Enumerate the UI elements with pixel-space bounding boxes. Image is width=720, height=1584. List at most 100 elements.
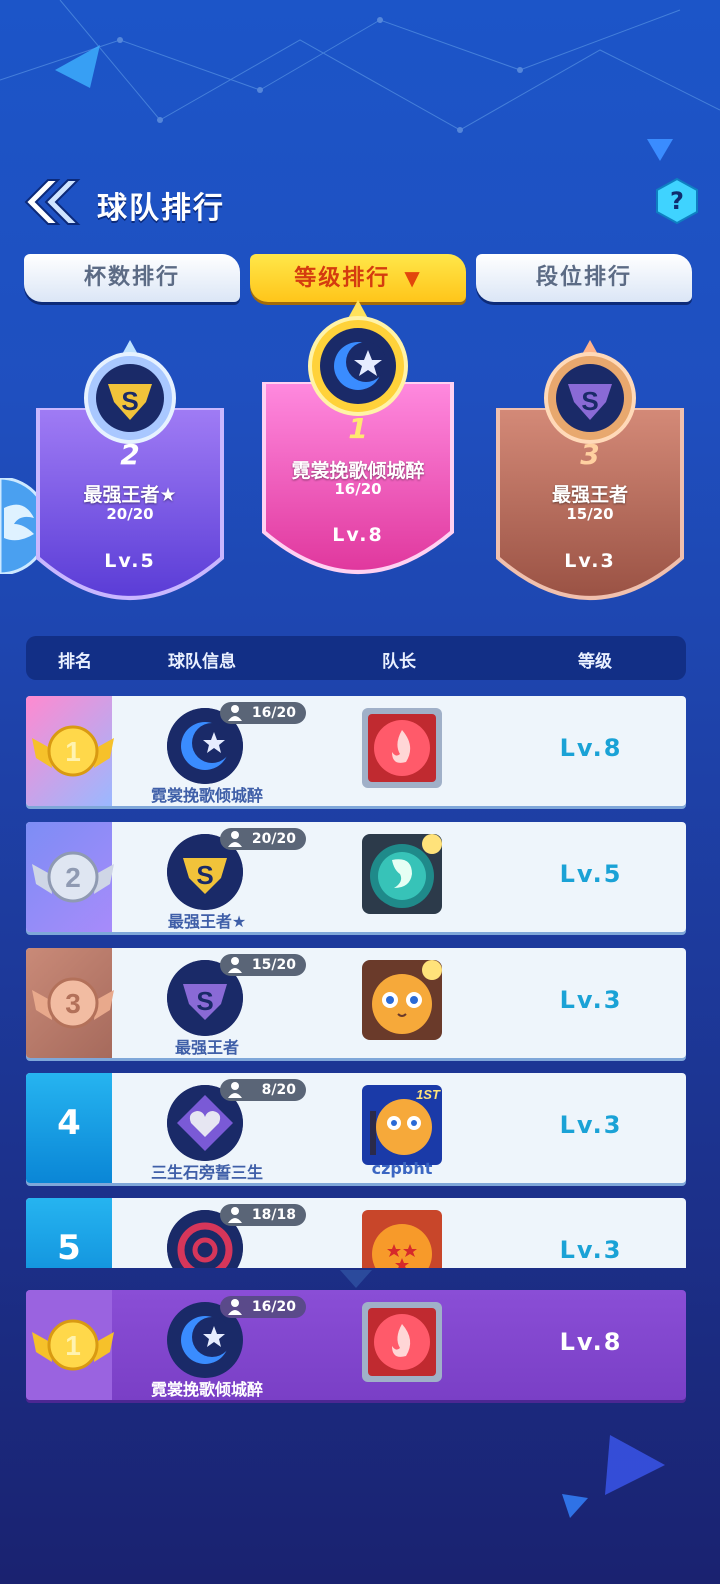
member-count-badge: 18/18 [220, 1204, 306, 1226]
table-row[interactable]: 4 8/20 三生石旁誓三生 1ST czpbht Lv.3 [26, 1073, 686, 1183]
member-count: 15/20 [251, 957, 296, 973]
captain-avatar-dragon[interactable] [358, 830, 446, 918]
rank-cell: 1 [26, 696, 114, 806]
medal-rank-number: 1 [65, 1330, 81, 1361]
help-button[interactable]: ? [655, 177, 699, 225]
gold-medal-icon: 1 [32, 725, 114, 777]
podium-rank: 1 [348, 412, 368, 445]
member-count: 16/20 [251, 1299, 296, 1315]
tab-trophy-ranking[interactable]: 杯数排行 [24, 254, 240, 302]
captain-avatar-tiger-guitar[interactable]: 1ST [358, 1081, 446, 1169]
rank-cell: 1 [26, 1290, 114, 1400]
table-row-clip: 5 18/18 Lv.3 [26, 1198, 686, 1268]
podium-member-count: 15/20 [566, 505, 614, 523]
rank-number: 4 [57, 1103, 81, 1143]
podium-team-name: 最强王者★ [83, 484, 177, 506]
person-icon [228, 1207, 242, 1223]
team-emblem-moon-star [308, 300, 408, 416]
table-header: 排名 球队信息 队长 等级 [26, 636, 686, 680]
member-count: 8/20 [261, 1082, 296, 1098]
team-name: 最强王者 [174, 1038, 239, 1057]
member-count: 16/20 [251, 705, 296, 721]
member-count-badge: 15/20 [220, 954, 306, 976]
table-row[interactable]: 2 S 20/20 最强王者★ Lv.5 [26, 822, 686, 932]
podium-level: Lv.3 [564, 550, 616, 572]
tab-level-ranking[interactable]: 等级排行 ▼ [250, 254, 466, 302]
bronze-medal-icon: 3 [32, 977, 114, 1029]
team-level: Lv.5 [559, 860, 623, 888]
back-arrow-icon [24, 179, 81, 225]
table-row[interactable]: 3 S 15/20 最强王者 Lv.3 [26, 948, 686, 1058]
ranking-tabs: 杯数排行 等级排行 ▼ 段位排行 [24, 254, 696, 304]
team-emblem-s-purple: S [544, 340, 636, 444]
rank-cell: 4 [26, 1073, 112, 1183]
rank-cell: 5 [26, 1198, 112, 1268]
podium-level: Lv.8 [332, 524, 384, 546]
member-count-badge: 8/20 [220, 1079, 306, 1101]
rank-cell: 2 [26, 822, 114, 932]
captain-avatar-tiger[interactable] [358, 956, 446, 1044]
team-name: 三生石旁誓三生 [150, 1163, 263, 1182]
table-row[interactable]: 1 16/20 霓裳挽歌倾城醉 Lv.8 [26, 696, 686, 806]
podium-second[interactable]: S 2 最强王者★ 20/20 Lv.5 [30, 330, 230, 630]
my-team-row[interactable]: 1 16/20 霓裳挽歌倾城醉 Lv.8 [26, 1290, 686, 1400]
team-level: Lv.3 [559, 986, 623, 1014]
background-network-decoration [0, 0, 720, 133]
person-icon [228, 957, 242, 973]
member-count: 18/18 [251, 1207, 296, 1223]
rank-cell: 3 [26, 948, 114, 1058]
person-icon [228, 705, 242, 721]
column-header-level: 等级 [578, 652, 612, 672]
back-button[interactable] [22, 177, 82, 227]
triangle-decoration [562, 1494, 588, 1518]
tab-label: 段位排行 [535, 265, 632, 290]
team-emblem-s-gold: S [84, 340, 176, 444]
captain-avatar-fire-orb[interactable] [358, 704, 446, 792]
podium-member-count: 16/20 [334, 480, 382, 498]
column-header-captain: 队长 [382, 652, 416, 672]
table-row[interactable]: 5 18/18 Lv.3 [26, 1198, 686, 1268]
team-name: 霓裳挽歌倾城醉 [150, 1380, 263, 1399]
svg-text:S: S [196, 860, 213, 890]
rank-number: 5 [57, 1228, 81, 1268]
column-header-team: 球队信息 [168, 652, 236, 672]
silver-medal-icon: 2 [32, 851, 114, 903]
captain-name: czpbht [371, 1159, 433, 1178]
podium-rank: 2 [120, 438, 140, 471]
podium-team-name: 最强王者 [551, 484, 628, 506]
team-level: Lv.3 [559, 1111, 623, 1139]
svg-text:1ST: 1ST [416, 1087, 441, 1102]
column-header-rank: 排名 [58, 652, 92, 672]
podium-first[interactable]: 1 霓裳挽歌倾城醉 16/20 Lv.8 [258, 300, 458, 610]
team-level: Lv.8 [559, 1328, 623, 1356]
member-count-badge: 16/20 [220, 1296, 306, 1318]
tab-division-ranking[interactable]: 段位排行 [476, 254, 692, 302]
person-icon [228, 1082, 242, 1098]
svg-text:S: S [121, 386, 138, 416]
captain-avatar-fire-orb[interactable] [358, 1298, 446, 1386]
team-level: Lv.8 [559, 734, 623, 762]
podium-third[interactable]: S 3 最强王者 15/20 Lv.3 [490, 330, 690, 630]
tab-label: 等级排行 [294, 266, 391, 291]
page-header: 球队排行 ? [0, 175, 720, 235]
tab-label: 杯数排行 [83, 265, 180, 290]
team-name: 最强王者★ [167, 912, 247, 931]
scroll-down-icon[interactable] [338, 1268, 374, 1290]
triangle-decoration [647, 139, 673, 161]
podium-team-name: 霓裳挽歌倾城醉 [291, 460, 425, 482]
triangle-decoration [55, 45, 100, 88]
page-title: 球队排行 [97, 191, 225, 226]
person-icon [228, 831, 242, 847]
caret-down-icon: ▼ [404, 266, 422, 290]
member-count: 20/20 [251, 831, 296, 847]
team-name: 霓裳挽歌倾城醉 [150, 786, 263, 805]
podium-rank: 3 [580, 438, 600, 471]
person-icon [228, 1299, 242, 1315]
podium-level: Lv.5 [104, 550, 156, 572]
captain-avatar-dragon-ball[interactable] [358, 1206, 446, 1268]
member-count-badge: 16/20 [220, 702, 306, 724]
member-count-badge: 20/20 [220, 828, 306, 850]
svg-text:S: S [581, 386, 598, 416]
svg-text:S: S [196, 986, 213, 1016]
medal-rank-number: 1 [65, 736, 81, 767]
